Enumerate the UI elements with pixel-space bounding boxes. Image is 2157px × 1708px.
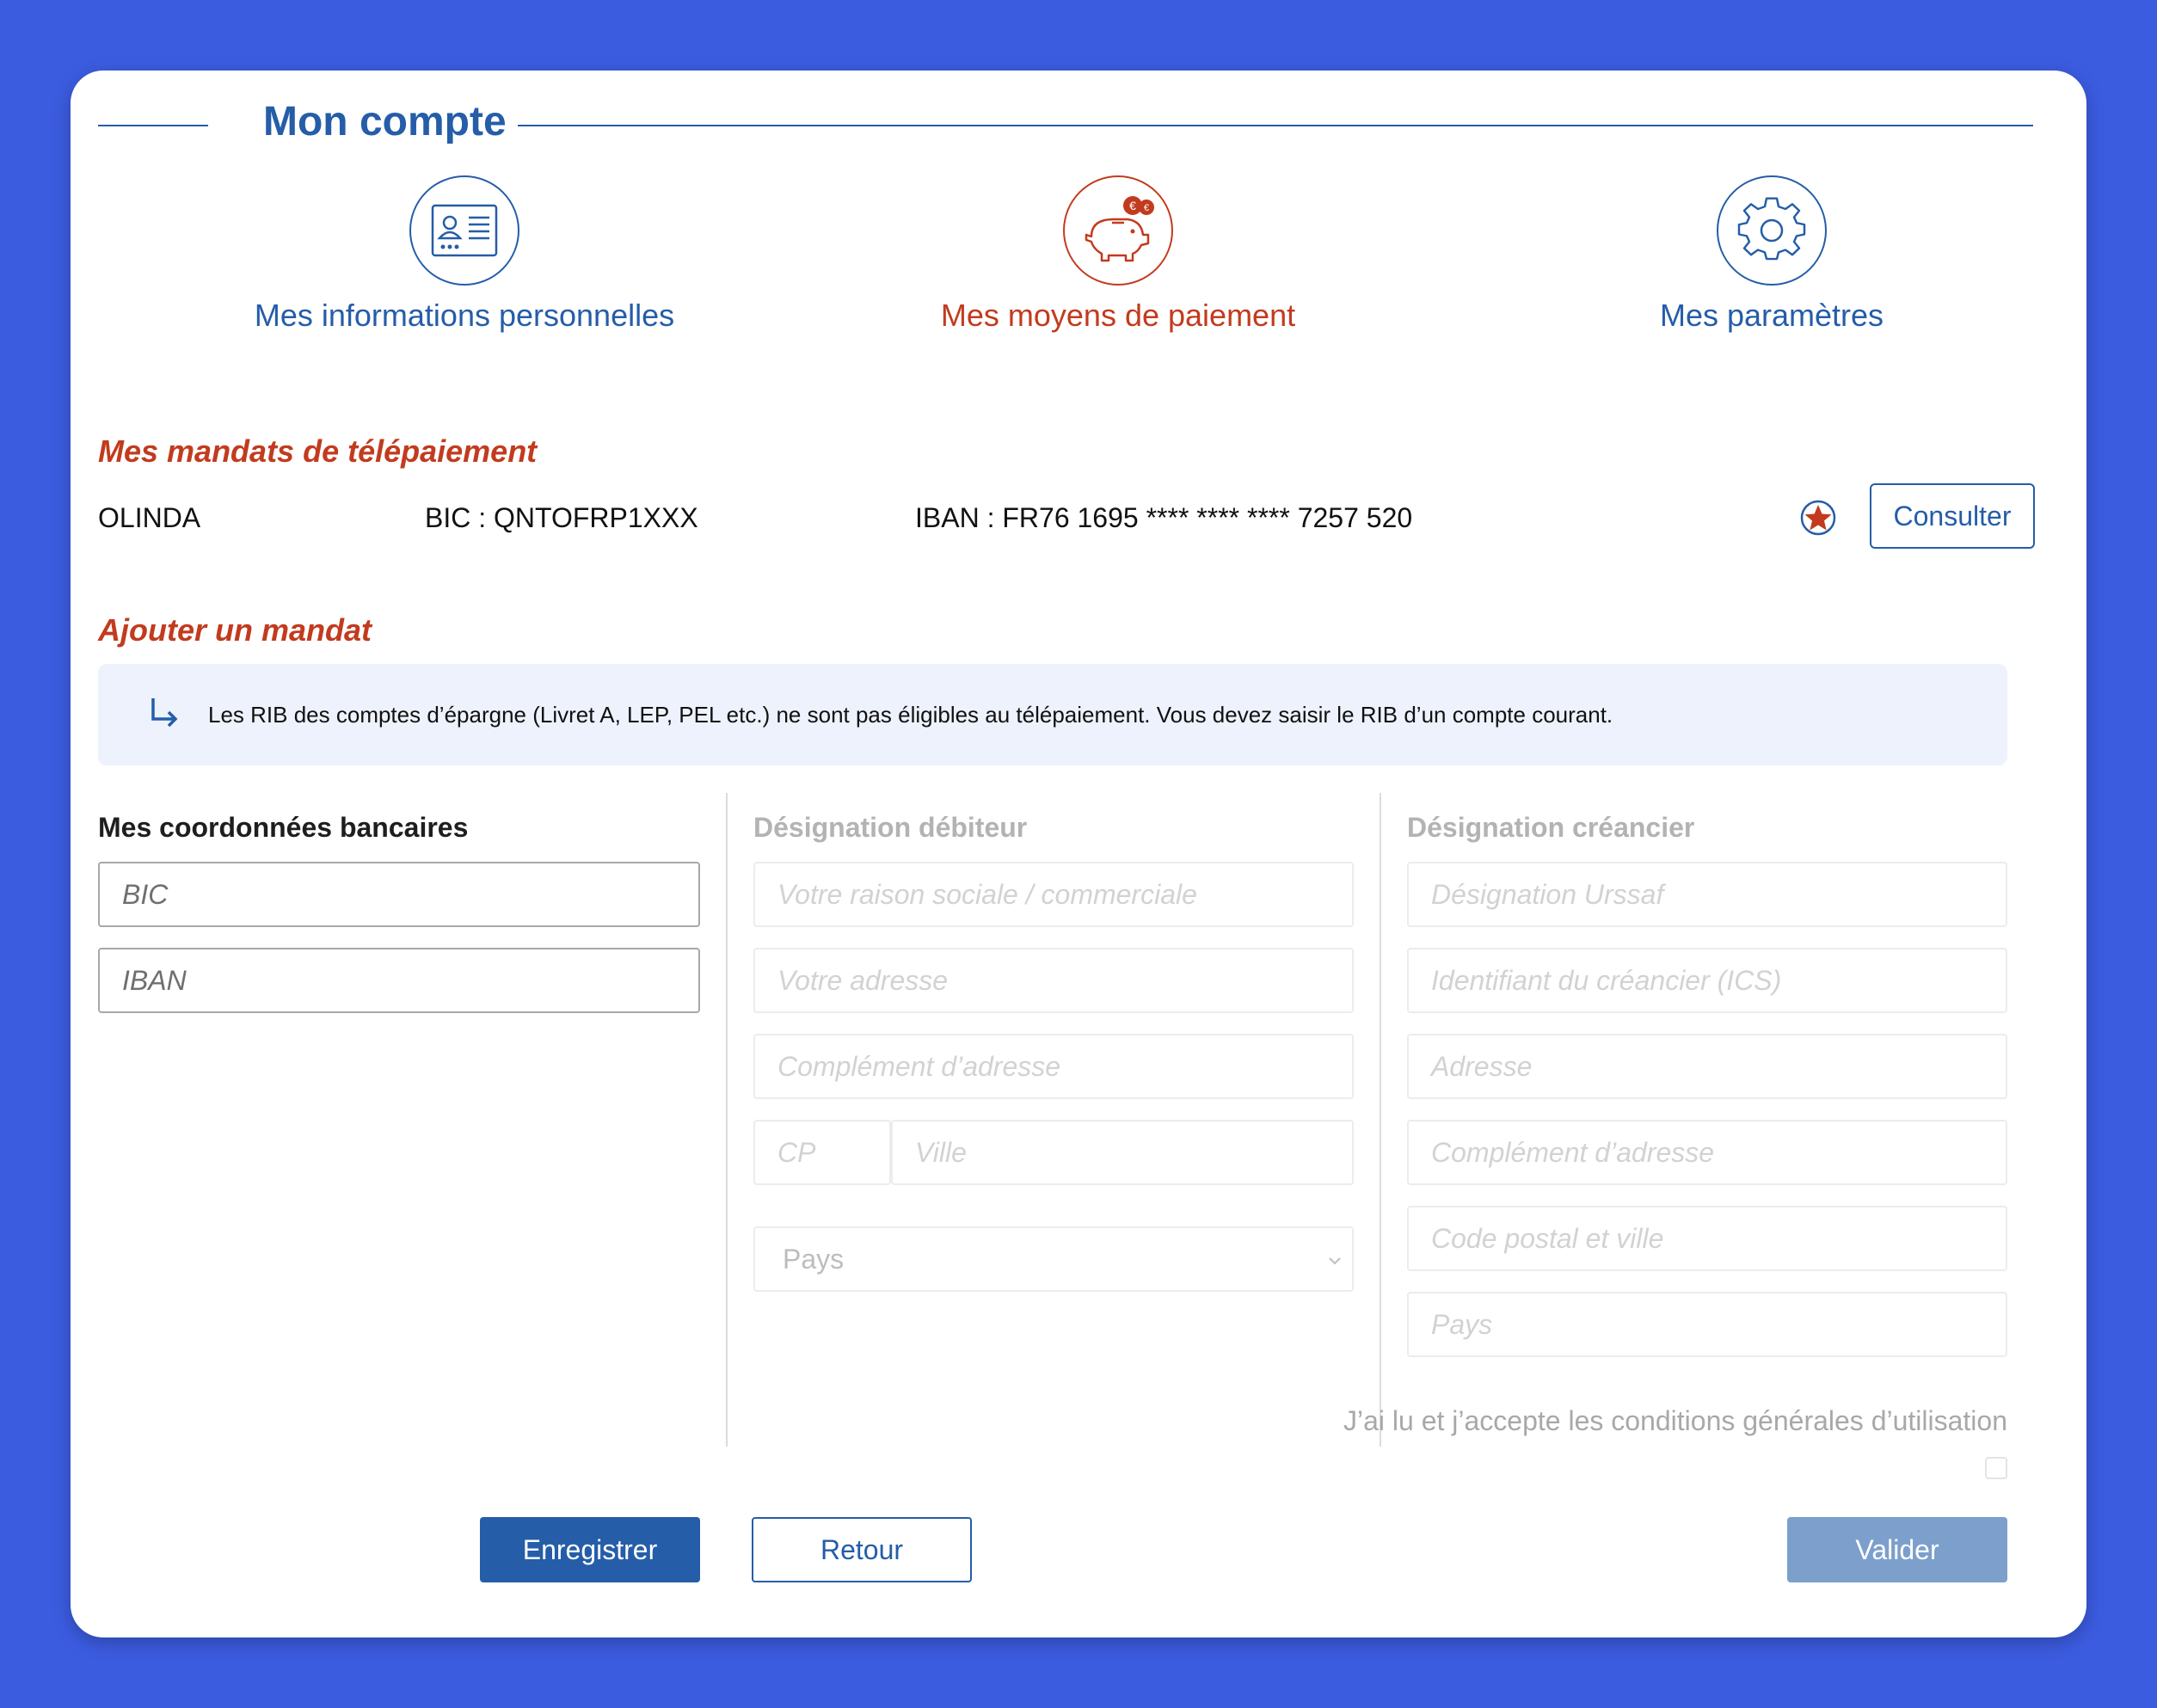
- info-notice: Les RIB des comptes d’épargne (Livret A,…: [98, 664, 2007, 765]
- save-button[interactable]: Enregistrer: [480, 1517, 700, 1582]
- id-card-icon: [431, 204, 498, 257]
- creditor-ics-input[interactable]: Identifiant du créancier (ICS): [1407, 948, 2007, 1013]
- debtor-city-input[interactable]: Ville: [891, 1120, 1354, 1185]
- info-notice-text: Les RIB des comptes d’épargne (Livret A,…: [208, 702, 1613, 728]
- debtor-country-select[interactable]: Pays: [753, 1226, 1354, 1292]
- creditor-zip-city-input[interactable]: Code postal et ville: [1407, 1206, 2007, 1271]
- nav-personal-info-label: Mes informations personnelles: [254, 298, 675, 333]
- column-divider: [1380, 793, 1381, 1447]
- page-title: Mon compte: [263, 99, 507, 144]
- piggy-bank-euro-icon: € €: [1085, 196, 1154, 262]
- mandate-row: OLINDA BIC : QNTOFRP1XXX IBAN : FR76 169…: [98, 483, 2035, 552]
- nav-payment-methods-label: Mes moyens de paiement: [940, 298, 1296, 333]
- debtor-address-input[interactable]: Votre adresse: [753, 948, 1354, 1013]
- mandate-bic: BIC : QNTOFRP1XXX: [425, 502, 698, 533]
- gear-icon: [1737, 197, 1806, 261]
- svg-text:€: €: [1144, 203, 1149, 213]
- creditor-address-extra-input[interactable]: Complément d’adresse: [1407, 1120, 2007, 1185]
- consult-mandate-button[interactable]: Consulter: [1870, 483, 2035, 549]
- nav-settings-label: Mes paramètres: [1659, 298, 1884, 333]
- title-divider-left: [98, 125, 208, 126]
- bank-details-title: Mes coordonnées bancaires: [98, 812, 469, 843]
- arrow-turn-right-icon: [151, 698, 178, 728]
- debtor-country-value: Pays: [783, 1243, 845, 1275]
- page-header: Mon compte: [98, 86, 2033, 163]
- mandate-name: OLINDA: [98, 502, 201, 533]
- cgu-checkbox[interactable]: [1985, 1457, 2007, 1479]
- debtor-zip-input[interactable]: CP: [753, 1120, 891, 1185]
- creditor-address-input[interactable]: Adresse: [1407, 1034, 2007, 1099]
- iban-input[interactable]: IBAN: [98, 948, 700, 1013]
- mandate-iban: IBAN : FR76 1695 **** **** **** 7257 520: [915, 502, 1413, 533]
- bic-input[interactable]: BIC: [98, 862, 700, 927]
- column-divider: [726, 793, 728, 1447]
- account-card: Mon compte Mes informations personnelles: [71, 71, 2086, 1637]
- title-divider-right: [518, 125, 2033, 126]
- creditor-country-input[interactable]: Pays: [1407, 1292, 2007, 1357]
- debtor-title: Désignation débiteur: [753, 812, 1028, 843]
- creditor-designation-input[interactable]: Désignation Urssaf: [1407, 862, 2007, 927]
- mandates-section-title: Mes mandats de télépaiement: [98, 433, 538, 469]
- nav-icon-circle: € €: [1063, 175, 1173, 286]
- validate-button[interactable]: Valider: [1787, 1517, 2007, 1582]
- debtor-address-extra-input[interactable]: Complément d’adresse: [753, 1034, 1354, 1099]
- debtor-company-input[interactable]: Votre raison sociale / commerciale: [753, 862, 1354, 927]
- creditor-title: Désignation créancier: [1407, 812, 1695, 843]
- add-mandate-title: Ajouter un mandat: [98, 612, 372, 648]
- svg-text:€: €: [1129, 199, 1136, 212]
- chevron-down-icon: [1329, 1257, 1341, 1265]
- star-icon[interactable]: [1799, 499, 1837, 537]
- nav-icon-circle: [1717, 175, 1827, 286]
- nav-icon-circle: [409, 175, 519, 286]
- nav-settings[interactable]: Mes paramètres: [1471, 175, 2073, 347]
- back-button[interactable]: Retour: [752, 1517, 972, 1582]
- nav-personal-info[interactable]: Mes informations personnelles: [163, 175, 765, 347]
- cgu-label: J’ai lu et j’accepte les conditions géné…: [1343, 1405, 2007, 1436]
- nav-payment-methods[interactable]: € € Mes moyens de paiement: [817, 175, 1419, 347]
